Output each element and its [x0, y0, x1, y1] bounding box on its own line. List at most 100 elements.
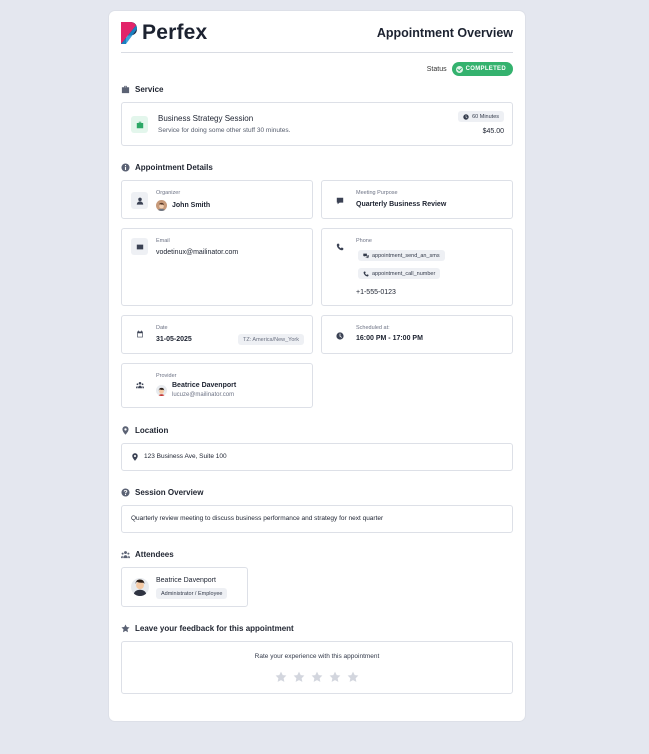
- brand-name: Perfex: [142, 21, 208, 44]
- star-2-icon[interactable]: [293, 670, 305, 682]
- service-heading: Service: [121, 85, 163, 94]
- location-heading-text: Location: [135, 426, 169, 435]
- star-5-icon[interactable]: [347, 670, 359, 682]
- feedback-prompt: Rate your experience with this appointme…: [254, 653, 380, 660]
- service-description: Service for doing some other stuff 30 mi…: [158, 127, 291, 134]
- phone-icon-tile: [331, 238, 348, 255]
- email-box: Email vodetinux@mailinator.com: [121, 228, 313, 306]
- details-heading: Appointment Details: [121, 163, 213, 172]
- status-badge-text: COMPLETED: [465, 66, 506, 72]
- session-value: Quarterly review meeting to discuss busi…: [131, 515, 384, 522]
- scheduled-icon-tile: [331, 327, 348, 344]
- call-number-button[interactable]: appointment_call_number: [358, 268, 441, 279]
- attendee-avatar: [131, 578, 149, 596]
- phone-icon: [336, 243, 343, 250]
- service-name: Business Strategy Session: [158, 114, 254, 123]
- scheduled-label: Scheduled at:: [356, 325, 390, 331]
- clock-icon: [463, 113, 469, 120]
- organizer-label: Organizer: [156, 190, 181, 196]
- check-circle-icon: [455, 65, 463, 73]
- organizer-icon-tile: [131, 192, 148, 209]
- scheduled-box: Scheduled at: 16:00 PM - 17:00 PM: [321, 315, 513, 354]
- service-box: Business Strategy Session Service for do…: [121, 102, 513, 146]
- star-4-icon[interactable]: [329, 670, 341, 682]
- send-sms-button[interactable]: appointment_send_an_sms: [358, 250, 445, 261]
- call-number-label: appointment_call_number: [372, 270, 436, 277]
- phone-icon: [363, 270, 369, 276]
- email-label: Email: [156, 238, 170, 244]
- message-icon: [336, 197, 343, 204]
- email-icon-tile: [131, 238, 148, 255]
- session-heading-text: Session Overview: [135, 488, 204, 497]
- session-heading: Session Overview: [121, 488, 203, 497]
- status-label: Status: [426, 65, 447, 73]
- users-icon: [121, 551, 130, 559]
- status-row: Status COMPLETED: [427, 62, 513, 76]
- envelope-icon: [136, 244, 143, 249]
- star-rating[interactable]: [122, 670, 512, 682]
- timezone-text: TZ: America/New_York: [242, 336, 299, 343]
- avatar-icon: [133, 579, 147, 596]
- attendee-card: Beatrice Davenport Administrator / Emplo…: [121, 567, 248, 607]
- organizer-avatar: [156, 200, 167, 211]
- provider-label: Provider: [156, 373, 177, 379]
- perfex-logo-icon: [121, 22, 137, 44]
- meeting-purpose-label: Meeting Purpose: [356, 190, 398, 196]
- service-heading-text: Service: [135, 85, 164, 94]
- chat-icon: [363, 253, 369, 258]
- attendee-role-text: Administrator / Employee: [161, 590, 223, 597]
- phone-box: Phone appointment_send_an_sms appointmen…: [321, 228, 513, 306]
- duration-text: 60 Minutes: [472, 113, 499, 120]
- timezone-chip: TZ: America/New_York: [237, 334, 304, 345]
- attendees-heading: Attendees: [121, 550, 174, 559]
- star-3-icon[interactable]: [311, 670, 323, 682]
- feedback-heading: Leave your feedback for this appointment: [121, 624, 294, 633]
- question-circle-icon: [121, 488, 130, 497]
- service-price: $45.00: [482, 128, 504, 135]
- email-value[interactable]: vodetinux@mailinator.com: [156, 249, 238, 256]
- scheduled-value: 16:00 PM - 17:00 PM: [356, 335, 423, 342]
- provider-icon-tile: [131, 376, 148, 393]
- header: Perfex Appointment Overview: [121, 21, 513, 53]
- calendar-icon: [136, 330, 143, 337]
- page-title: Appointment Overview: [376, 26, 513, 40]
- status-badge: COMPLETED: [451, 62, 513, 76]
- feedback-heading-text: Leave your feedback for this appointment: [135, 624, 294, 633]
- provider-email[interactable]: lucuze@mailinator.com: [172, 392, 234, 398]
- appointment-card: Perfex Appointment Overview Status COMPL…: [109, 11, 525, 721]
- attendee-name: Beatrice Davenport: [156, 577, 216, 584]
- info-circle-icon: [121, 163, 130, 172]
- location-heading: Location: [121, 426, 168, 435]
- user-icon: [136, 197, 143, 205]
- location-value: 123 Business Ave, Suite 100: [144, 453, 227, 460]
- phone-value[interactable]: +1-555-0123: [356, 289, 396, 296]
- send-sms-label: appointment_send_an_sms: [372, 252, 440, 259]
- provider-name: Beatrice Davenport: [172, 382, 237, 389]
- phone-label: Phone: [356, 238, 372, 244]
- avatar-icon: [157, 387, 166, 396]
- details-heading-text: Appointment Details: [135, 163, 213, 172]
- users-icon: [135, 381, 144, 388]
- map-pin-icon: [122, 426, 129, 435]
- location-box: 123 Business Ave, Suite 100: [121, 443, 513, 471]
- map-pin-icon: [132, 453, 138, 461]
- provider-box: Provider Beatrice Davenport lucuze@maili…: [121, 363, 313, 408]
- brand-logo[interactable]: Perfex: [121, 21, 207, 45]
- star-icon: [121, 624, 130, 633]
- service-icon-tile: [131, 116, 148, 133]
- feedback-box: Rate your experience with this appointme…: [121, 641, 513, 694]
- organizer-name: John Smith: [172, 202, 211, 209]
- session-box: Quarterly review meeting to discuss busi…: [121, 505, 513, 533]
- date-box: Date 31-05-2025 TZ: America/New_York: [121, 315, 313, 354]
- provider-avatar: [156, 385, 167, 396]
- star-1-icon[interactable]: [275, 670, 287, 682]
- duration-chip: 60 Minutes: [458, 111, 504, 122]
- clock-icon: [335, 331, 344, 340]
- date-value: 31-05-2025: [156, 336, 192, 343]
- date-label: Date: [156, 325, 168, 331]
- attendee-role: Administrator / Employee: [156, 588, 228, 599]
- attendees-heading-text: Attendees: [135, 550, 174, 559]
- purpose-icon-tile: [331, 192, 348, 209]
- meeting-purpose-value: Quarterly Business Review: [356, 201, 447, 208]
- meeting-purpose-box: Meeting Purpose Quarterly Business Revie…: [321, 180, 513, 219]
